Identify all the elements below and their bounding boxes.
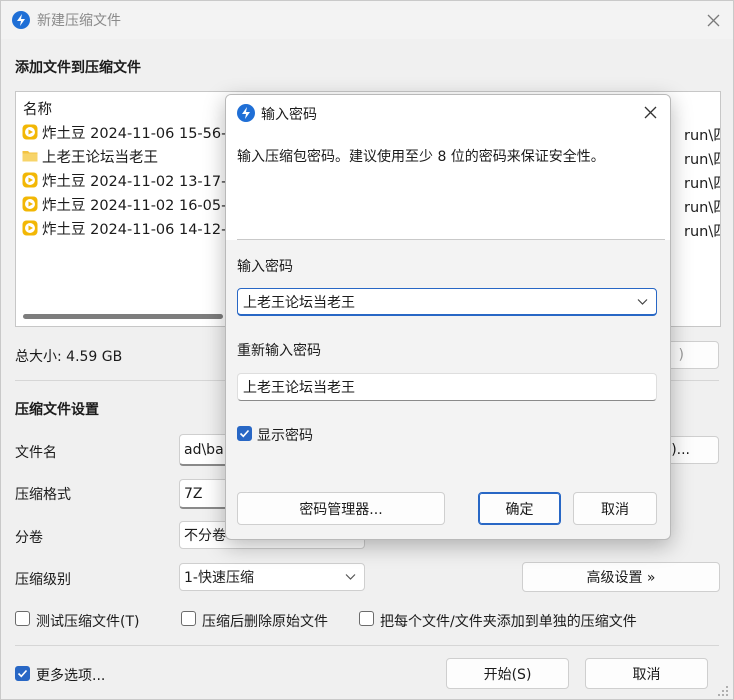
- close-icon[interactable]: [699, 6, 727, 34]
- settings-section-title: 压缩文件设置: [15, 402, 99, 418]
- cancel-button[interactable]: 取消: [585, 658, 708, 689]
- checkmark-icon: [239, 429, 250, 438]
- checkmark-icon: [17, 669, 28, 678]
- separate-archives-label[interactable]: 把每个文件/文件夹添加到单独的压缩文件: [380, 611, 637, 631]
- resize-grip-icon[interactable]: [717, 685, 729, 697]
- delete-after-label[interactable]: 压缩后删除原始文件: [202, 611, 328, 631]
- format-value: 7Z: [184, 485, 203, 502]
- more-options-label[interactable]: 更多选项...: [36, 665, 105, 685]
- test-archive-label[interactable]: 测试压缩文件(T): [36, 611, 139, 631]
- password-label: 输入密码: [237, 259, 293, 275]
- cancel-button-label: 取消: [632, 666, 661, 683]
- window-title: 新建压缩文件: [37, 13, 121, 29]
- more-options-checkbox[interactable]: [15, 666, 30, 681]
- title-bar: 新建压缩文件: [1, 1, 733, 39]
- chevron-down-icon: [345, 574, 356, 580]
- list-item[interactable]: 炸土豆 2024-11-06 15-56-: [22, 120, 226, 144]
- advanced-settings-button[interactable]: 高级设置 »: [522, 562, 720, 592]
- ok-button-label: 确定: [505, 501, 534, 518]
- column-header-name[interactable]: 名称: [23, 98, 52, 119]
- password-manager-label: 密码管理器...: [299, 501, 383, 518]
- app-logo-icon: [12, 11, 30, 29]
- dialog-description: 输入压缩包密码。建议使用至少 8 位的密码来保证安全性。: [237, 149, 605, 165]
- file-name: 炸土豆 2024-11-06 14-12-: [42, 221, 227, 238]
- filename-value: ad\ba: [184, 441, 224, 458]
- split-label: 分卷: [15, 530, 43, 546]
- video-file-icon: [22, 196, 38, 212]
- test-archive-checkbox[interactable]: [15, 611, 30, 626]
- total-size: 总大小: 4.59 GB: [15, 349, 123, 365]
- chevron-down-icon[interactable]: [637, 298, 648, 305]
- file-name: 炸土豆 2024-11-02 13-17-: [42, 173, 227, 190]
- repeat-password-value: 上老王论坛当老王: [243, 380, 355, 396]
- start-button[interactable]: 开始(S): [446, 658, 569, 689]
- dialog-cancel-label: 取消: [601, 501, 629, 518]
- separate-archives-checkbox[interactable]: [359, 611, 374, 626]
- file-name: 炸土豆 2024-11-02 16-05-: [42, 197, 227, 214]
- file-path-fragment: run\四/: [684, 224, 720, 240]
- level-value: 1-快速压缩: [184, 570, 254, 586]
- video-file-icon: [22, 124, 38, 140]
- file-path-fragment: run\四/: [684, 176, 720, 192]
- level-select[interactable]: 1-快速压缩: [179, 563, 365, 591]
- filename-label: 文件名: [15, 445, 57, 461]
- ok-button[interactable]: 确定: [478, 492, 561, 525]
- close-icon[interactable]: [636, 98, 664, 126]
- file-path-fragment: run\四/: [684, 128, 720, 144]
- divider: [237, 239, 665, 240]
- horizontal-scrollbar[interactable]: [23, 314, 223, 319]
- delete-after-checkbox[interactable]: [181, 611, 196, 626]
- password-input[interactable]: 上老王论坛当老王: [237, 288, 657, 316]
- file-path-fragment: run\四/: [684, 200, 720, 216]
- file-path-fragment: run\四/: [684, 152, 720, 168]
- format-label: 压缩格式: [15, 487, 71, 503]
- dialog-cancel-button[interactable]: 取消: [573, 492, 657, 525]
- list-item[interactable]: 上老王论坛当老王: [22, 144, 158, 168]
- level-label: 压缩级别: [15, 572, 71, 588]
- folder-icon: [22, 148, 38, 164]
- divider: [15, 645, 719, 646]
- show-password-checkbox[interactable]: [237, 426, 252, 441]
- video-file-icon: [22, 172, 38, 188]
- app-logo-icon: [237, 104, 255, 122]
- dialog-title: 输入密码: [261, 107, 317, 123]
- password-dialog: 输入密码 输入压缩包密码。建议使用至少 8 位的密码来保证安全性。 输入密码 上…: [225, 94, 671, 540]
- list-item[interactable]: 炸土豆 2024-11-06 14-12-: [22, 216, 226, 240]
- browse-button-label: )...: [671, 442, 690, 458]
- advanced-settings-label: 高级设置 »: [586, 570, 656, 586]
- remove-button-label: ): [678, 347, 684, 363]
- file-name: 上老王论坛当老王: [42, 149, 158, 166]
- start-button-label: 开始(S): [483, 666, 532, 683]
- split-value: 不分卷: [184, 528, 226, 544]
- list-item[interactable]: 炸土豆 2024-11-02 16-05-: [22, 192, 226, 216]
- show-password-label[interactable]: 显示密码: [257, 425, 313, 445]
- password-manager-button[interactable]: 密码管理器...: [237, 492, 445, 525]
- list-item[interactable]: 炸土豆 2024-11-02 13-17-: [22, 168, 226, 192]
- video-file-icon: [22, 220, 38, 236]
- file-name: 炸土豆 2024-11-06 15-56-: [42, 125, 227, 142]
- password-value: 上老王论坛当老王: [243, 294, 355, 311]
- files-section-title: 添加文件到压缩文件: [15, 60, 141, 76]
- repeat-password-label: 重新输入密码: [237, 343, 321, 359]
- repeat-password-input[interactable]: 上老王论坛当老王: [237, 373, 657, 401]
